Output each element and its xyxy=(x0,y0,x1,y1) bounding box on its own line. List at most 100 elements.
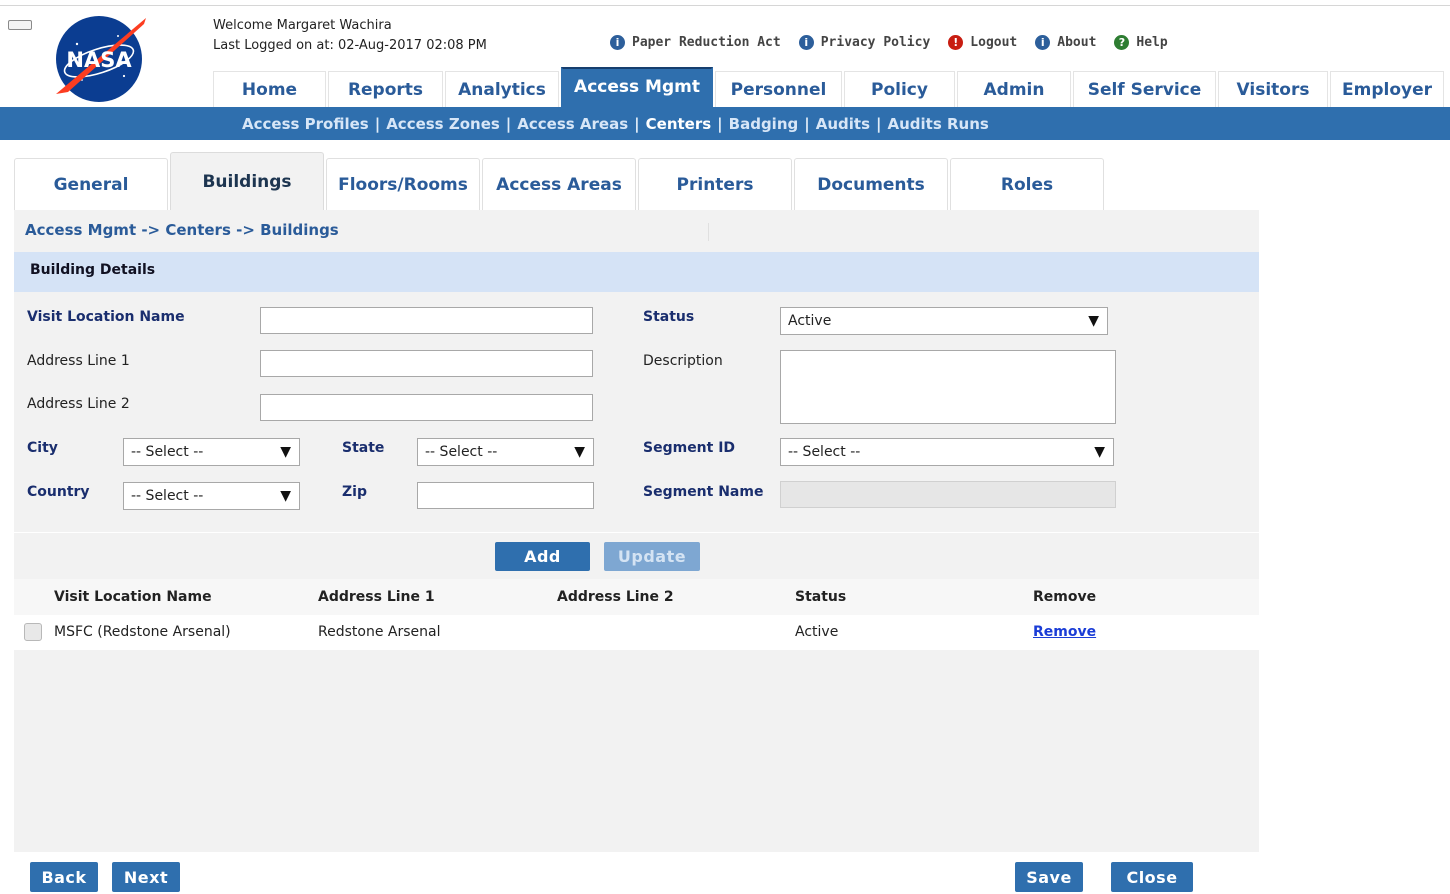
segment-id-label: Segment ID xyxy=(643,440,736,456)
cell-address-line-1: Redstone Arsenal xyxy=(318,624,441,640)
country-select-value: -- Select -- xyxy=(131,488,204,504)
cell-status: Active xyxy=(795,624,839,640)
paper-reduction-act-label: Paper Reduction Act xyxy=(632,34,781,50)
update-button[interactable]: Update xyxy=(604,542,700,571)
segment-name-input xyxy=(780,481,1116,508)
subnav-separator: | xyxy=(876,114,882,133)
nav-tab-admin[interactable]: Admin xyxy=(957,71,1071,107)
logout-link[interactable]: ! Logout xyxy=(948,34,1018,50)
last-logged-text: Last Logged on at: 02-Aug-2017 02:08 PM xyxy=(213,38,487,53)
visit-location-name-label: Visit Location Name xyxy=(27,309,185,325)
privacy-policy-label: Privacy Policy xyxy=(820,34,931,50)
tab-access-areas[interactable]: Access Areas xyxy=(482,158,636,210)
back-button[interactable]: Back xyxy=(30,862,98,892)
privacy-policy-link[interactable]: i Privacy Policy xyxy=(798,34,931,50)
subnav-badging[interactable]: Badging xyxy=(729,115,799,133)
status-label: Status xyxy=(643,309,695,325)
visit-location-name-input[interactable] xyxy=(260,307,593,334)
address-line-2-label: Address Line 2 xyxy=(27,396,130,412)
state-select-value: -- Select -- xyxy=(425,444,498,460)
state-label: State xyxy=(342,440,385,456)
zip-label: Zip xyxy=(342,484,367,500)
welcome-text: Welcome Margaret Wachira xyxy=(213,18,392,33)
nav-tab-self-service[interactable]: Self Service xyxy=(1073,71,1216,107)
info-icon: i xyxy=(798,34,814,50)
dropdown-arrow-icon: ▼ xyxy=(280,488,291,504)
section-title: Building Details xyxy=(30,262,156,278)
paper-reduction-act-link[interactable]: i Paper Reduction Act xyxy=(610,34,781,50)
info-icon: i xyxy=(1035,34,1051,50)
subnav-separator: | xyxy=(717,114,723,133)
tab-buildings[interactable]: Buildings xyxy=(170,152,324,210)
utility-links: i Paper Reduction Act i Privacy Policy !… xyxy=(610,32,1186,52)
subnav-access-areas[interactable]: Access Areas xyxy=(517,115,628,133)
subnav-audits-runs[interactable]: Audits Runs xyxy=(887,115,988,133)
nav-tab-access-mgmt[interactable]: Access Mgmt xyxy=(561,67,713,107)
subnav-audits[interactable]: Audits xyxy=(816,115,870,133)
subnav-separator: | xyxy=(634,114,640,133)
help-link[interactable]: ? Help xyxy=(1114,34,1168,50)
save-button[interactable]: Save xyxy=(1015,862,1083,892)
tab-general[interactable]: General xyxy=(14,158,168,210)
dropdown-arrow-icon: ▼ xyxy=(574,444,585,460)
city-select-value: -- Select -- xyxy=(131,444,204,460)
nav-tab-employer[interactable]: Employer xyxy=(1330,71,1444,107)
status-select-value: Active xyxy=(788,313,832,329)
dropdown-arrow-icon: ▼ xyxy=(1094,444,1105,460)
close-button[interactable]: Close xyxy=(1111,862,1193,892)
col-remove: Remove xyxy=(1033,589,1097,605)
add-button[interactable]: Add xyxy=(495,542,590,571)
logout-icon: ! xyxy=(948,34,964,50)
nav-tab-visitors[interactable]: Visitors xyxy=(1218,71,1328,107)
segment-name-label: Segment Name xyxy=(643,484,764,500)
description-label: Description xyxy=(643,353,723,369)
page-tabs: General Buildings Floors/Rooms Access Ar… xyxy=(14,152,1106,210)
remove-link[interactable]: Remove xyxy=(1033,624,1096,640)
tab-floors-rooms[interactable]: Floors/Rooms xyxy=(326,158,480,210)
section-header-bar xyxy=(14,252,1259,292)
nav-tab-reports[interactable]: Reports xyxy=(328,71,443,107)
city-label: City xyxy=(27,440,58,456)
subnav-access-zones[interactable]: Access Zones xyxy=(386,115,500,133)
breadcrumb-divider xyxy=(708,223,709,241)
subnav-centers[interactable]: Centers xyxy=(646,115,712,133)
help-icon: ? xyxy=(1114,34,1130,50)
state-select[interactable]: -- Select -- ▼ xyxy=(417,438,594,466)
subnav-access-profiles[interactable]: Access Profiles xyxy=(242,115,369,133)
address-line-2-input[interactable] xyxy=(260,394,593,421)
next-button[interactable]: Next xyxy=(112,862,180,892)
welcome-block: Welcome Margaret Wachira Last Logged on … xyxy=(213,16,487,56)
tab-printers[interactable]: Printers xyxy=(638,158,792,210)
nav-tab-analytics[interactable]: Analytics xyxy=(445,71,559,107)
help-label: Help xyxy=(1136,34,1168,50)
tab-roles[interactable]: Roles xyxy=(950,158,1104,210)
nav-tab-personnel[interactable]: Personnel xyxy=(715,71,842,107)
col-address-line-2: Address Line 2 xyxy=(557,589,674,605)
city-select[interactable]: -- Select -- ▼ xyxy=(123,438,300,466)
minimize-toggle-icon[interactable] xyxy=(8,20,32,30)
zip-input[interactable] xyxy=(417,482,594,509)
segment-id-select-value: -- Select -- xyxy=(788,444,861,460)
form-divider xyxy=(14,532,1259,533)
nav-tab-home[interactable]: Home xyxy=(213,71,326,107)
top-border xyxy=(0,5,1450,6)
about-label: About xyxy=(1057,34,1097,50)
address-line-1-input[interactable] xyxy=(260,350,593,377)
nasa-logo: NASA xyxy=(52,14,146,102)
info-icon: i xyxy=(610,34,625,50)
breadcrumb: Access Mgmt -> Centers -> Buildings xyxy=(25,221,339,239)
subnav-separator: | xyxy=(804,114,810,133)
dropdown-arrow-icon: ▼ xyxy=(1088,313,1099,329)
nav-tab-policy[interactable]: Policy xyxy=(844,71,955,107)
segment-id-select[interactable]: -- Select -- ▼ xyxy=(780,438,1114,466)
status-select[interactable]: Active ▼ xyxy=(780,307,1108,335)
description-textarea[interactable] xyxy=(780,350,1116,424)
col-status: Status xyxy=(795,589,847,605)
sub-nav: Access Profiles | Access Zones | Access … xyxy=(0,107,1450,140)
tab-documents[interactable]: Documents xyxy=(794,158,948,210)
logout-label: Logout xyxy=(970,34,1018,50)
country-select[interactable]: -- Select -- ▼ xyxy=(123,482,300,510)
about-link[interactable]: i About xyxy=(1035,34,1097,50)
row-checkbox[interactable] xyxy=(24,623,42,641)
col-visit-location-name: Visit Location Name xyxy=(54,589,212,605)
